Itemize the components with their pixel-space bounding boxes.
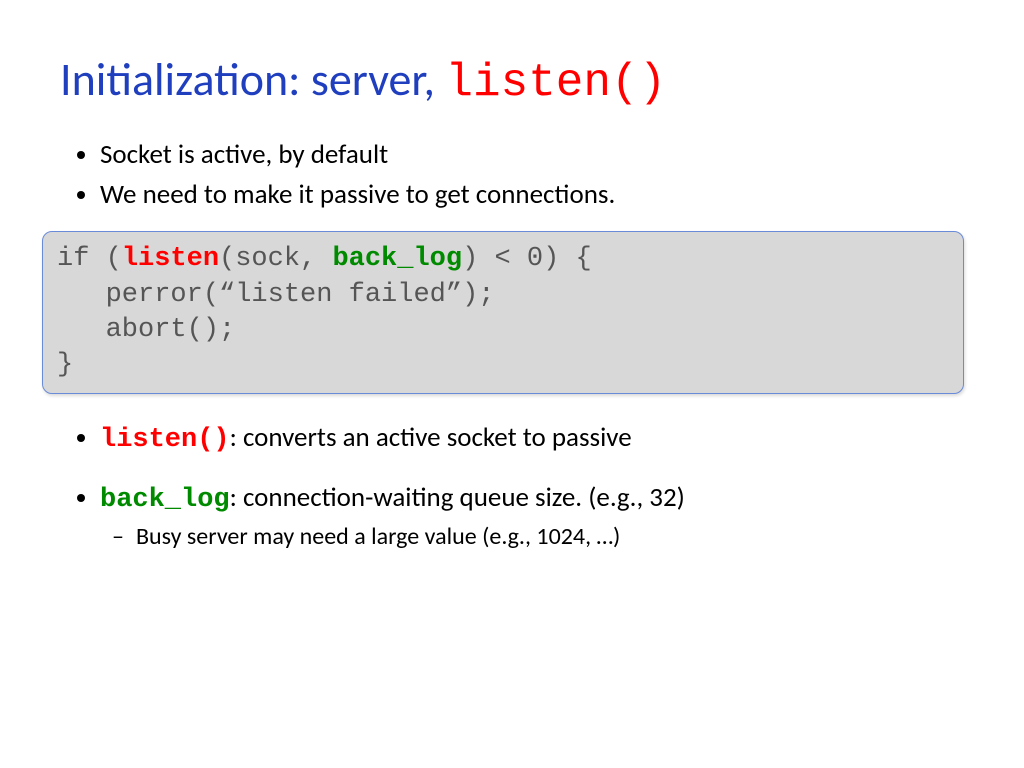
code-text: if (	[57, 244, 122, 274]
code-text: }	[57, 350, 73, 380]
code-text: abort();	[57, 315, 235, 345]
code-text: ) < 0) {	[462, 244, 592, 274]
slide-title: Initialization: server, listen()	[60, 55, 964, 109]
keyword-listen: listen()	[100, 425, 230, 455]
desc-text: : converts an active socket to passive	[230, 421, 632, 454]
title-text-blue: Initialization: server,	[60, 52, 445, 108]
intro-list: Socket is active, by default We need to …	[60, 137, 964, 214]
code-keyword-listen: listen	[122, 244, 219, 274]
code-text: perror(“listen failed”);	[57, 280, 494, 310]
slide: Initialization: server, listen() Socket …	[0, 0, 1024, 768]
intro-item: Socket is active, by default	[100, 137, 964, 173]
keyword-backlog: back_log	[100, 485, 230, 515]
code-block: if (listen(sock, back_log) < 0) { perror…	[42, 231, 964, 393]
desc-text: : connection-waiting queue size. (e.g., …	[230, 481, 685, 514]
code-text: (sock,	[219, 244, 332, 274]
code-keyword-backlog: back_log	[332, 244, 462, 274]
intro-item: We need to make it passive to get connec…	[100, 177, 964, 213]
sub-item: Busy server may need a large value (e.g.…	[136, 521, 964, 553]
sub-list: Busy server may need a large value (e.g.…	[100, 521, 964, 553]
title-text-red-mono: listen()	[445, 57, 666, 109]
desc-item-listen: listen(): converts an active socket to p…	[100, 420, 964, 458]
description-list: listen(): converts an active socket to p…	[60, 420, 964, 553]
desc-item-backlog: back_log: connection-waiting queue size.…	[100, 480, 964, 553]
